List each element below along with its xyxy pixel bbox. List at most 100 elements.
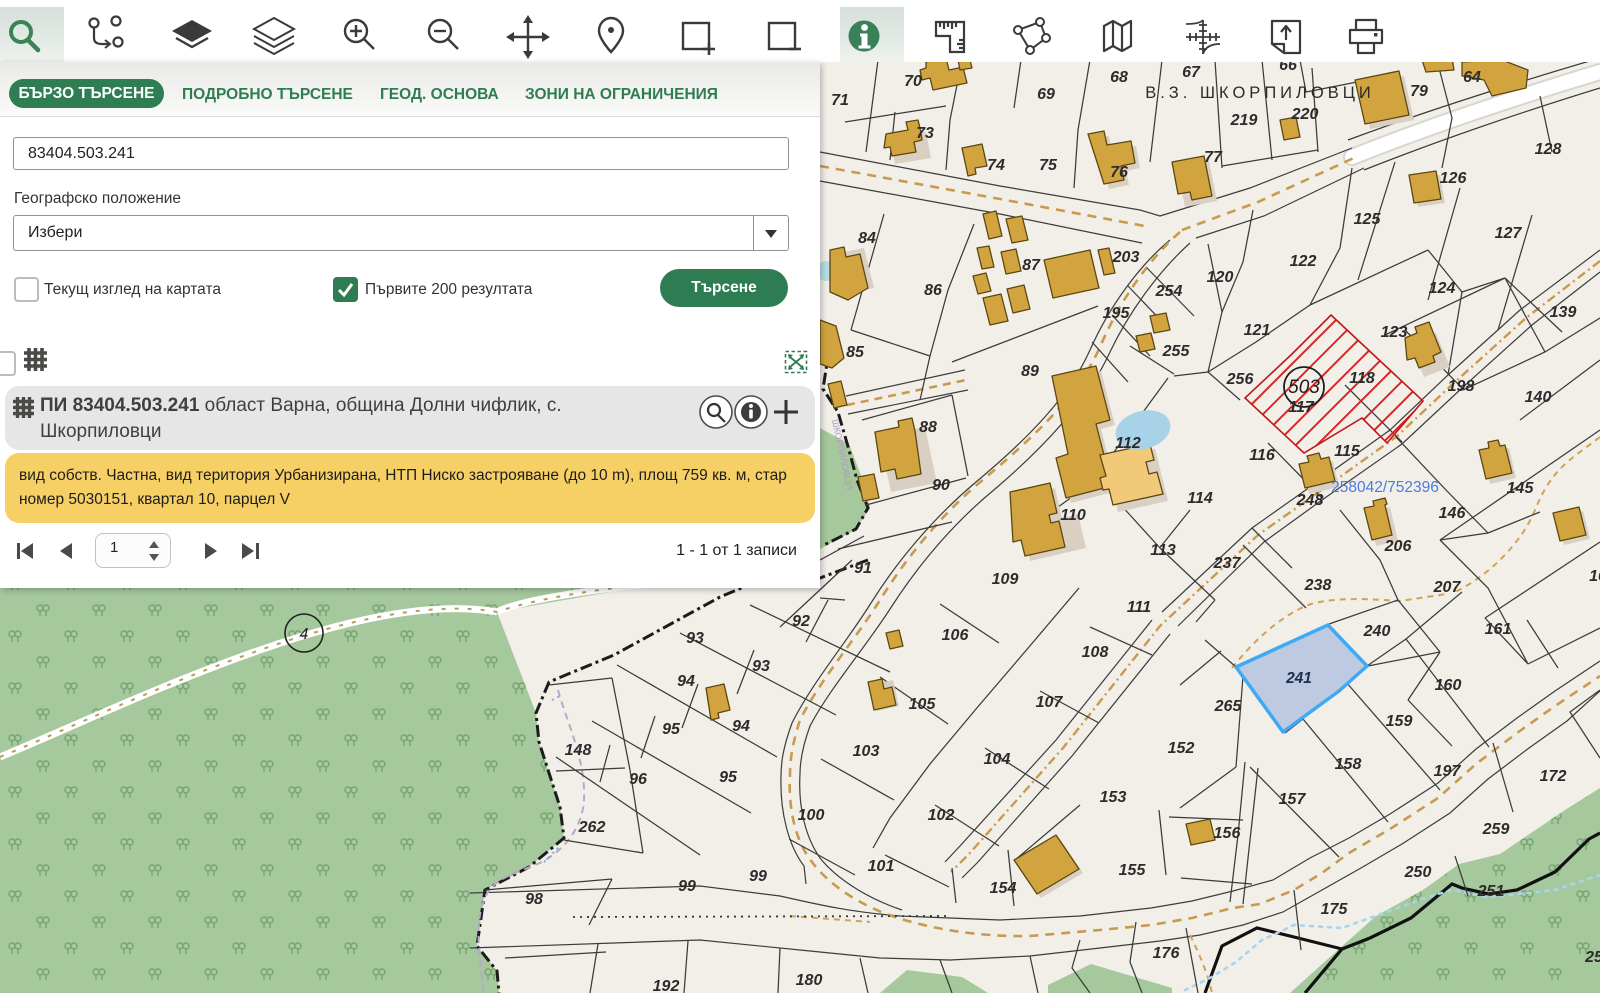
svg-text:105: 105 [909,696,937,713]
svg-text:262: 262 [578,819,606,836]
svg-text:120: 120 [1207,269,1234,286]
svg-text:94: 94 [732,718,750,735]
svg-text:148: 148 [565,742,592,759]
svg-text:101: 101 [868,858,895,875]
svg-text:152: 152 [1168,740,1195,757]
svg-text:86: 86 [924,282,942,299]
svg-text:99: 99 [749,868,767,885]
svg-text:94: 94 [677,673,695,690]
svg-text:93: 93 [752,658,770,675]
svg-text:265: 265 [1214,698,1243,715]
svg-text:123: 123 [1381,324,1408,341]
svg-text:103: 103 [853,743,880,760]
svg-text:117: 117 [1288,399,1315,416]
svg-text:237: 237 [1213,555,1242,572]
svg-text:203: 203 [1112,249,1140,266]
svg-text:67: 67 [1182,64,1201,81]
svg-text:84: 84 [858,230,876,247]
svg-text:В.З. ШКОРПИЛОВЦИ: В.З. ШКОРПИЛОВЦИ [1145,84,1375,102]
svg-text:104: 104 [984,751,1011,768]
svg-text:69: 69 [1037,86,1055,103]
svg-text:74: 74 [987,157,1005,174]
svg-text:176: 176 [1153,945,1180,962]
svg-text:102: 102 [928,807,955,824]
svg-text:206: 206 [1384,538,1412,555]
svg-text:154: 154 [990,880,1017,897]
svg-text:155: 155 [1119,862,1147,879]
svg-text:106: 106 [942,627,969,644]
svg-text:112: 112 [1115,435,1141,452]
svg-text:100: 100 [798,807,825,824]
svg-text:77: 77 [1204,149,1223,166]
svg-text:157: 157 [1279,791,1307,808]
svg-text:96: 96 [629,771,647,788]
svg-text:91: 91 [854,560,872,577]
svg-text:126: 126 [1440,170,1467,187]
svg-text:95: 95 [662,721,681,738]
svg-text:64: 64 [1463,69,1481,86]
svg-text:116: 116 [1249,447,1275,464]
svg-text:220: 220 [1291,106,1319,123]
svg-text:108: 108 [1082,644,1109,661]
svg-text:219: 219 [1230,112,1258,129]
svg-text:128: 128 [1535,141,1562,158]
svg-text:259: 259 [1482,821,1510,838]
svg-text:99: 99 [678,878,696,895]
svg-text:175: 175 [1321,901,1349,918]
svg-text:88: 88 [919,419,937,436]
svg-text:4: 4 [300,626,309,643]
svg-text:89: 89 [1021,363,1039,380]
svg-text:73: 73 [916,125,934,142]
svg-text:70: 70 [904,73,922,90]
svg-text:195: 195 [1103,305,1131,322]
svg-text:207: 207 [1433,579,1462,596]
svg-text:110: 110 [1060,507,1086,524]
svg-text:258042/752396: 258042/752396 [1331,479,1439,496]
svg-text:161: 161 [1485,621,1512,638]
svg-text:16: 16 [1589,568,1600,585]
svg-text:140: 140 [1525,389,1552,406]
svg-text:114: 114 [1187,490,1213,507]
svg-text:125: 125 [1354,211,1382,228]
svg-text:90: 90 [932,477,950,494]
svg-text:76: 76 [1110,164,1128,181]
svg-text:160: 160 [1435,677,1462,694]
svg-text:127: 127 [1495,225,1523,242]
svg-text:122: 122 [1290,253,1317,270]
svg-text:85: 85 [846,344,865,361]
svg-text:113: 113 [1150,542,1176,559]
svg-text:124: 124 [1429,280,1456,297]
svg-text:25: 25 [1584,949,1600,966]
svg-text:248: 248 [1296,492,1324,509]
svg-text:95: 95 [719,769,738,786]
svg-text:139: 139 [1550,304,1577,321]
svg-text:197: 197 [1434,763,1462,780]
svg-text:121: 121 [1244,322,1271,339]
svg-text:180: 180 [796,972,823,989]
svg-text:107: 107 [1036,694,1064,711]
svg-text:146: 146 [1439,505,1466,522]
svg-text:198: 198 [1448,378,1475,395]
svg-text:68: 68 [1110,69,1128,86]
svg-text:254: 254 [1155,283,1183,300]
svg-text:115: 115 [1334,443,1361,460]
svg-text:93: 93 [686,630,704,647]
svg-text:241: 241 [1285,670,1312,687]
svg-text:87: 87 [1022,257,1041,274]
svg-text:172: 172 [1540,768,1567,785]
svg-text:118: 118 [1349,370,1375,387]
svg-text:251: 251 [1477,883,1505,900]
svg-text:109: 109 [992,571,1019,588]
svg-text:75: 75 [1039,157,1058,174]
svg-text:250: 250 [1404,864,1432,881]
svg-text:145: 145 [1507,480,1535,497]
svg-text:71: 71 [831,92,849,109]
svg-text:98: 98 [525,891,543,908]
svg-text:111: 111 [1127,599,1151,616]
svg-text:255: 255 [1162,343,1191,360]
svg-text:256: 256 [1226,371,1254,388]
svg-text:238: 238 [1304,577,1332,594]
svg-text:153: 153 [1100,789,1127,806]
svg-text:156: 156 [1214,825,1241,842]
svg-text:79: 79 [1410,83,1428,100]
